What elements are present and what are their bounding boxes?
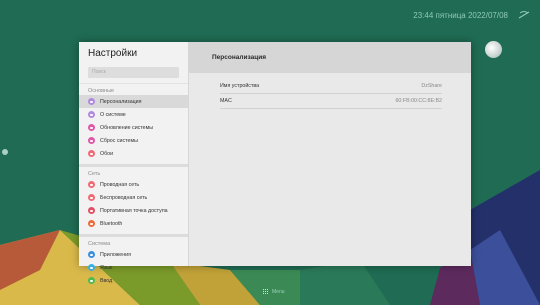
row-value: 60:FB:00:CC:8E:B2	[395, 98, 442, 104]
settings-rows: Имя устройства DzShare MAC 60:FB:00:CC:8…	[189, 73, 471, 109]
bluetooth-icon	[88, 220, 95, 227]
sidebar-item-system-reset[interactable]: Сброс системы	[79, 134, 188, 147]
sidebar-item-input[interactable]: Ввод	[79, 274, 188, 287]
keyboard-icon	[88, 277, 95, 284]
wifi-icon	[88, 194, 95, 201]
sidebar-item-label: Персонализация	[100, 98, 142, 105]
no-network-icon	[518, 11, 530, 19]
sidebar-item-apps[interactable]: Приложения	[79, 248, 188, 261]
settings-content: Персонализация Имя устройства DzShare MA…	[189, 42, 471, 266]
section-title: Сеть	[88, 171, 101, 177]
apps-icon	[88, 251, 95, 258]
sidebar-item-bluetooth[interactable]: Bluetooth	[79, 217, 188, 230]
update-icon	[88, 124, 95, 131]
sidebar-item-label: Проводная сеть	[100, 181, 140, 188]
row-mac-address: MAC 60:FB:00:CC:8E:B2	[220, 94, 442, 109]
menu-label: Menu	[272, 289, 285, 295]
settings-window: Настройки Поиск Основные Персонализация …	[79, 42, 471, 284]
row-label: Имя устройства	[220, 83, 260, 89]
personalization-icon	[88, 98, 95, 105]
sidebar-item-label: Обои	[100, 150, 114, 157]
sidebar-item-label: Обновление системы	[100, 124, 154, 131]
sidebar-item-personalization[interactable]: Персонализация	[79, 95, 188, 108]
sidebar-item-language[interactable]: Язык	[79, 261, 188, 274]
sidebar-item-label: Bluetooth	[100, 220, 123, 227]
info-icon	[88, 111, 95, 118]
status-bar: 23:44 пятница 2022/07/08	[413, 8, 530, 22]
sidebar-item-label: Ввод	[100, 277, 113, 284]
section-general: Основные Персонализация О системе Обновл…	[79, 84, 188, 160]
sidebar-item-wallpaper[interactable]: Обои	[79, 147, 188, 160]
sidebar-item-label: Сброс системы	[100, 137, 138, 144]
sidebar-item-label: Язык	[100, 264, 113, 271]
sidebar-item-wired-network[interactable]: Проводная сеть	[79, 178, 188, 191]
section-title: Система	[88, 241, 111, 247]
taskbar-menu[interactable]: Menu	[263, 289, 285, 295]
sidebar-item-label: Приложения	[100, 251, 131, 258]
search-input[interactable]: Поиск	[88, 67, 179, 78]
apps-grid-icon	[263, 289, 269, 295]
sidebar-item-hotspot[interactable]: Портативная точка доступа	[79, 204, 188, 217]
row-device-name[interactable]: Имя устройства DzShare	[220, 79, 442, 94]
settings-title: Настройки	[88, 48, 138, 59]
sidebar-item-label: О системе	[100, 111, 126, 118]
sidebar-item-label: Беспроводная сеть	[100, 194, 148, 201]
sidebar-item-system-update[interactable]: Обновление системы	[79, 121, 188, 134]
sidebar-item-about[interactable]: О системе	[79, 108, 188, 121]
section-system: Система Приложения Язык Ввод	[79, 237, 188, 287]
row-label: MAC	[220, 98, 232, 104]
section-network: Сеть Проводная сеть Беспроводная сеть По…	[79, 167, 188, 230]
sidebar-item-wireless-network[interactable]: Беспроводная сеть	[79, 191, 188, 204]
hotspot-icon	[88, 207, 95, 214]
sidebar-item-label: Портативная точка доступа	[100, 207, 168, 214]
language-icon	[88, 264, 95, 271]
wallpaper-icon	[88, 150, 95, 157]
ethernet-icon	[88, 181, 95, 188]
settings-sidebar: Настройки Поиск Основные Персонализация …	[79, 42, 189, 284]
section-title: Основные	[88, 88, 115, 94]
reset-icon	[88, 137, 95, 144]
side-panel-handle[interactable]	[2, 149, 8, 155]
floating-assistive-ball[interactable]	[485, 41, 502, 58]
content-title: Персонализация	[189, 42, 471, 73]
row-value: DzShare	[421, 83, 442, 89]
datetime-text: 23:44 пятница 2022/07/08	[413, 10, 508, 20]
